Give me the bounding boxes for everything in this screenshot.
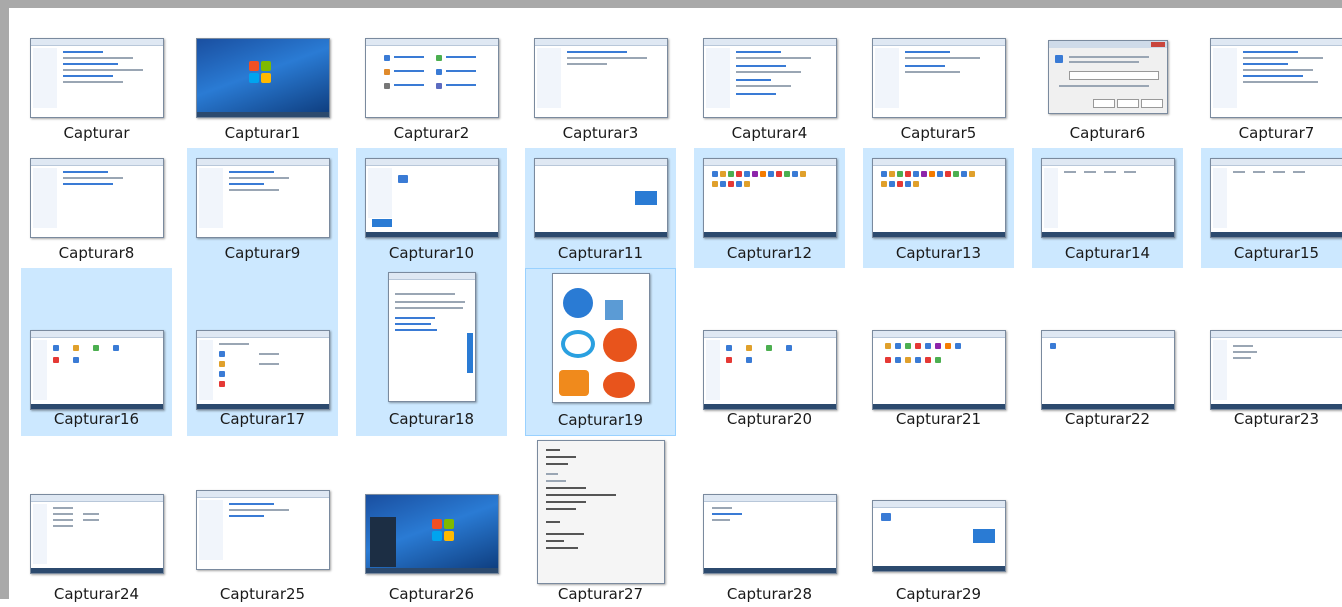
file-name: Capturar14: [1032, 244, 1183, 262]
file-name: Capturar27: [525, 585, 676, 603]
thumbnail-explorer-window: [1210, 158, 1342, 238]
file-name: Capturar12: [694, 244, 845, 262]
file-tile-capturar21[interactable]: Capturar21: [863, 268, 1014, 436]
file-tile-capturar14[interactable]: Capturar14: [1032, 148, 1183, 268]
file-name: Capturar28: [694, 585, 845, 603]
file-name: Capturar8: [21, 244, 172, 262]
file-tile-capturar29[interactable]: Capturar29: [863, 438, 1014, 607]
file-name: Capturar6: [1032, 124, 1183, 142]
file-name: Capturar17: [187, 410, 338, 428]
explorer-view: Capturar Capturar1 Captura: [0, 0, 1342, 599]
file-tile-capturar13[interactable]: Capturar13: [863, 148, 1014, 268]
file-name: Capturar19: [526, 411, 675, 429]
file-tile-capturar12[interactable]: Capturar12: [694, 148, 845, 268]
thumbnail-text-document: [388, 272, 476, 402]
thumbnail-control-panel: [534, 38, 668, 118]
file-name: Capturar24: [21, 585, 172, 603]
file-tile-capturar18[interactable]: Capturar18: [356, 268, 507, 436]
file-tile-capturar19[interactable]: Capturar19: [525, 268, 676, 436]
file-name: Capturar18: [356, 410, 507, 428]
file-name: Capturar29: [863, 585, 1014, 603]
file-tile-capturar8[interactable]: Capturar8: [21, 148, 172, 268]
thumbnail-control-panel: [30, 158, 164, 238]
file-name: Capturar9: [187, 244, 338, 262]
file-name: Capturar25: [187, 585, 338, 603]
file-tile-capturar10[interactable]: Capturar10: [356, 148, 507, 268]
file-tile-capturar9[interactable]: Capturar9: [187, 148, 338, 268]
file-tile-capturar28[interactable]: Capturar28: [694, 438, 845, 607]
file-name: Capturar13: [863, 244, 1014, 262]
file-name: Capturar2: [356, 124, 507, 142]
file-name: Capturar3: [525, 124, 676, 142]
thumbnail-explorer-window: [1210, 330, 1342, 410]
thumbnail-explorer-window: [30, 330, 164, 410]
thumbnail-control-panel: [1210, 38, 1342, 118]
file-name: Capturar20: [694, 410, 845, 428]
thumbnail-app-icons: [552, 273, 650, 403]
windows-logo-icon: [432, 519, 454, 541]
thumbnail-icons-window: [872, 330, 1006, 410]
windows-logo-icon: [249, 61, 271, 83]
file-tile-capturar15[interactable]: Capturar15: [1201, 148, 1342, 268]
thumbnail-explorer-window: [1041, 330, 1175, 410]
thumbnail-context-menu: [537, 440, 665, 584]
thumbnail-control-panel: [196, 158, 330, 238]
thumbnail-control-panel: [196, 490, 330, 570]
file-name: Capturar: [21, 124, 172, 142]
thumbnail-explorer-window: [30, 494, 164, 574]
file-tile-capturar23[interactable]: Capturar23: [1201, 268, 1342, 436]
file-tile-capturar22[interactable]: Capturar22: [1032, 268, 1183, 436]
file-tile-capturar24[interactable]: Capturar24: [21, 438, 172, 607]
thumbnail-run-dialog: [1048, 40, 1168, 114]
file-tile-capturar20[interactable]: Capturar20: [694, 268, 845, 436]
file-name: Capturar23: [1201, 410, 1342, 428]
file-tile-capturar17[interactable]: Capturar17: [187, 268, 338, 436]
thumbnail-icons-window: [872, 158, 1006, 238]
thumbnail-explorer-window: [534, 158, 668, 238]
file-name: Capturar4: [694, 124, 845, 142]
file-name: Capturar16: [21, 410, 172, 428]
thumbnail-icons-window: [703, 158, 837, 238]
thumbnail-explorer-window: [365, 158, 499, 238]
file-name: Capturar5: [863, 124, 1014, 142]
file-name: Capturar22: [1032, 410, 1183, 428]
file-tile-capturar26[interactable]: Capturar26: [356, 438, 507, 607]
thumbnail-explorer-window: [1041, 158, 1175, 238]
thumbnail-explorer-window: [872, 500, 1006, 572]
file-name: Capturar11: [525, 244, 676, 262]
file-tile-capturar25[interactable]: Capturar25: [187, 438, 338, 607]
file-name: Capturar10: [356, 244, 507, 262]
thumbnail-control-panel: [30, 38, 164, 118]
file-name: Capturar21: [863, 410, 1014, 428]
file-name: Capturar15: [1201, 244, 1342, 262]
thumbnail-desktop: [196, 38, 330, 118]
thumbnail-desktop-start-menu: [365, 494, 499, 574]
file-name: Capturar1: [187, 124, 338, 142]
file-tile-capturar27[interactable]: Capturar27: [525, 438, 676, 607]
thumbnail-grid: Capturar Capturar1 Captura: [21, 28, 1342, 607]
file-tile-capturar16[interactable]: Capturar16: [21, 268, 172, 436]
file-name: Capturar7: [1201, 124, 1342, 142]
thumbnail-explorer-window: [703, 494, 837, 574]
thumbnail-control-panel: [703, 38, 837, 118]
file-tile-capturar11[interactable]: Capturar11: [525, 148, 676, 268]
thumbnail-explorer-window: [196, 330, 330, 410]
thumbnail-control-panel: [365, 38, 499, 118]
file-name: Capturar26: [356, 585, 507, 603]
thumbnail-control-panel: [872, 38, 1006, 118]
thumbnail-explorer-window: [703, 330, 837, 410]
